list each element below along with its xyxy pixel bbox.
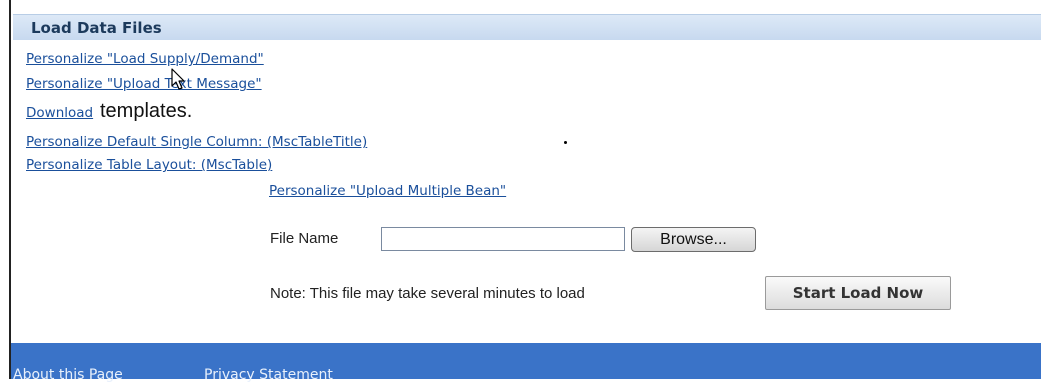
mouse-pointer-icon bbox=[171, 68, 185, 90]
personalize-default-single-column-link[interactable]: Personalize Default Single Column: (MscT… bbox=[26, 134, 367, 150]
file-name-label: File Name bbox=[270, 230, 339, 247]
left-border bbox=[9, 0, 11, 379]
page-footer: About this Page Privacy Statement bbox=[11, 343, 1041, 383]
stray-dot bbox=[564, 141, 567, 144]
personalize-upload-multiple-bean-link[interactable]: Personalize "Upload Multiple Bean" bbox=[269, 183, 506, 199]
section-header: Load Data Files bbox=[13, 14, 1041, 40]
download-link[interactable]: Download bbox=[26, 105, 93, 121]
privacy-statement-link[interactable]: Privacy Statement bbox=[204, 367, 333, 383]
download-templates-text: templates. bbox=[100, 100, 193, 122]
start-load-now-button[interactable]: Start Load Now bbox=[765, 276, 951, 310]
browse-button[interactable]: Browse... bbox=[631, 227, 756, 252]
personalize-load-supply-demand-link[interactable]: Personalize "Load Supply/Demand" bbox=[26, 51, 264, 67]
section-title: Load Data Files bbox=[31, 19, 162, 37]
personalize-table-layout-link[interactable]: Personalize Table Layout: (MscTable) bbox=[26, 157, 272, 173]
file-name-input[interactable] bbox=[381, 227, 625, 251]
personalize-upload-text-message-link[interactable]: Personalize "Upload Text Message" bbox=[26, 76, 262, 92]
about-this-page-link[interactable]: About this Page bbox=[13, 367, 123, 383]
load-note-text: Note: This file may take several minutes… bbox=[270, 285, 585, 302]
